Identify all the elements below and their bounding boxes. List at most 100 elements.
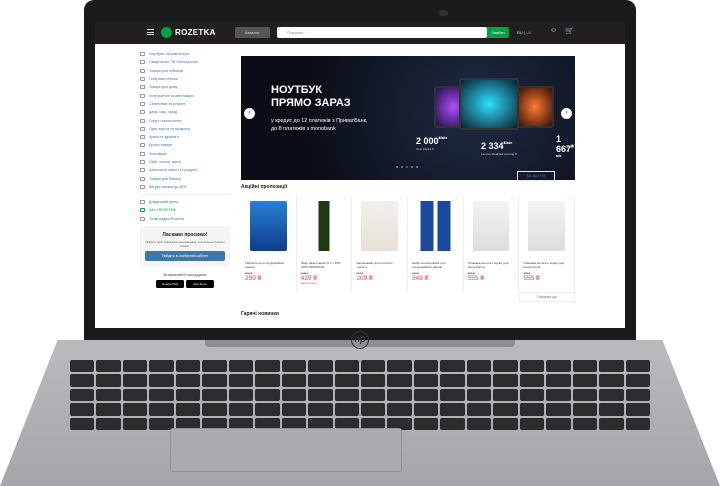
product-image[interactable] [361, 201, 399, 251]
favorite-heart-icon[interactable]: ♡ [400, 197, 404, 203]
product-name[interactable]: Наповнювач для котячого туалету [356, 261, 403, 269]
sidebar-category[interactable]: Товари для геймерів [140, 67, 230, 75]
product-card[interactable]: ♡ Упаковка вологого корму для кішок Purin… [519, 195, 576, 291]
login-button[interactable]: Увійдіть в особистий кабінет [145, 250, 225, 261]
sidebar-category[interactable]: Вигідні знижки до 45% [140, 183, 230, 191]
key [308, 374, 333, 387]
product-image[interactable] [305, 201, 343, 251]
category-icon [140, 85, 145, 90]
sidebar-category[interactable]: Побутова техніка [140, 75, 230, 83]
key [466, 374, 492, 387]
category-icon [140, 151, 145, 156]
product-image[interactable] [417, 201, 454, 251]
promo-products: ♡ Таблетки для посудомийних машин 650 ₴ 299… [241, 195, 576, 291]
search-button[interactable]: Знайти [487, 27, 509, 38]
all-promos-link[interactable]: Всі акції 159 [517, 171, 555, 181]
sidebar-category[interactable]: Товари для бізнесу [140, 174, 230, 182]
key [202, 403, 227, 416]
key [493, 374, 518, 387]
favorite-heart-icon[interactable]: ♡ [455, 197, 459, 203]
pagination-dot[interactable] [416, 166, 418, 168]
banner-prev-button[interactable]: ‹ [244, 108, 255, 119]
app-store-button[interactable]: App Store [186, 279, 214, 288]
sidebar-category[interactable]: Офіс, школа, книги [140, 158, 230, 166]
key [334, 374, 359, 387]
apps-section: Встановлюйте наші додатки Google Play App… [140, 273, 230, 291]
key [149, 388, 174, 402]
sidebar-category[interactable]: Інструменти та автотовари [140, 91, 230, 99]
sidebar-category[interactable]: Сантехніка та ремонт [140, 100, 230, 108]
product-name[interactable]: Лікер Jägermeister 0.7 л 35% (4067700015… [301, 261, 348, 269]
key [599, 403, 624, 416]
key [122, 388, 148, 402]
sidebar-link-pickup[interactable]: Точки видачі Rozetka [140, 215, 230, 223]
show-more-button[interactable]: Показати ще [519, 292, 575, 302]
favorite-heart-icon[interactable]: ♡ [344, 197, 348, 203]
key [546, 360, 571, 373]
cart-icon[interactable]: 🛒 [565, 27, 574, 35]
product-name[interactable]: Упаковка вологого корму для кішок Purina [468, 261, 515, 269]
language-switch[interactable]: RU | UA [517, 30, 532, 35]
sidebar-category[interactable]: Краса та здоров'я [140, 133, 230, 141]
key [70, 403, 95, 416]
product-card[interactable]: ♡ Наповнювач для котячого туалету 297 ₴ 209… [352, 195, 409, 291]
product-card[interactable]: ♡ Набір ополіскувачів для посудомийних ма… [408, 195, 464, 291]
sidebar-category[interactable]: Дитячі товари [140, 141, 230, 149]
product-image[interactable] [472, 201, 510, 251]
product-image[interactable] [250, 201, 287, 251]
key [175, 374, 201, 387]
category-icon [140, 126, 145, 131]
promo-banner[interactable]: НОУТБУК ПРЯМО ЗАРАЗ у кредит до 12 платеж… [241, 56, 575, 180]
product-card[interactable]: ♡ Упаковка вологого корму для кішок Purin… [464, 195, 520, 291]
user-icon[interactable]: ☺ [550, 27, 557, 34]
promos-title: Акційні пропозиції [241, 184, 288, 190]
lang-ua[interactable]: UA [526, 30, 532, 35]
key [175, 388, 201, 402]
pagination-dot[interactable] [396, 166, 398, 168]
pagination-dot[interactable] [401, 166, 403, 168]
pagination-dot[interactable] [406, 166, 408, 168]
sidebar-category[interactable]: Дача, сад і город [140, 108, 230, 116]
key [466, 360, 492, 373]
product-name[interactable]: Набір ополіскувачів для посудомийних маш… [412, 261, 459, 269]
sidebar-category[interactable]: Товари для дому [140, 83, 230, 91]
welcome-title: Ласкаво просимо! [162, 231, 208, 238]
key [572, 388, 598, 402]
favorite-heart-icon[interactable]: ♡ [567, 197, 571, 203]
logo-text[interactable]: ROZETKA [175, 28, 216, 37]
sidebar-category[interactable]: Зоотовари [140, 150, 230, 158]
offer-price: 2 334₴/міс [481, 141, 513, 151]
product-card[interactable]: ♡ Лікер Jägermeister 0.7 л 35% (406770001… [297, 195, 353, 291]
banner-next-button[interactable]: › [561, 108, 572, 119]
sidebar-category[interactable]: Ноутбуки та комп'ютери [140, 50, 230, 58]
lang-ru[interactable]: RU [517, 30, 523, 35]
product-card[interactable]: ♡ Таблетки для посудомийних машин 650 ₴ 299… [241, 195, 297, 291]
pagination-dot[interactable] [411, 166, 413, 168]
sidebar-category[interactable]: Одяг, взуття та прикраси [140, 125, 230, 133]
banner-subtitle: у кредит до 12 платежів з ПриватБанк, до … [271, 118, 368, 132]
google-play-button[interactable]: Google Play [156, 279, 184, 288]
product-image[interactable] [528, 201, 566, 251]
sidebar-link-help[interactable]: Довідковий центр [140, 198, 230, 206]
sidebar-category[interactable]: Алкогольні напої та продукти [140, 166, 230, 174]
key [599, 417, 624, 430]
menu-icon[interactable] [147, 29, 154, 35]
sidebar-category[interactable]: Спорт і захоплення [140, 116, 230, 124]
sidebar-link-chat[interactable]: Чат з ROZETKA [140, 206, 230, 214]
catalog-button[interactable]: Каталог [235, 27, 270, 38]
product-name[interactable]: Таблетки для посудомийних машин [245, 261, 292, 269]
favorite-heart-icon[interactable]: ♡ [288, 197, 292, 203]
banner-pagination[interactable] [396, 166, 418, 168]
key [96, 417, 121, 430]
search-input[interactable]: Я шукаю... [277, 27, 487, 38]
key [413, 403, 439, 416]
key [546, 417, 571, 430]
key [572, 417, 598, 430]
key [361, 374, 386, 387]
rozetka-logo-icon[interactable] [161, 27, 172, 38]
key [202, 360, 227, 373]
sidebar: Ноутбуки та комп'ютери Смартфони, ТВ і ел… [140, 50, 230, 291]
favorite-heart-icon[interactable]: ♡ [511, 197, 515, 203]
product-name[interactable]: Упаковка вологого корму для кішок Purina [523, 261, 570, 269]
sidebar-category[interactable]: Смартфони, ТВ і електроніка [140, 58, 230, 66]
